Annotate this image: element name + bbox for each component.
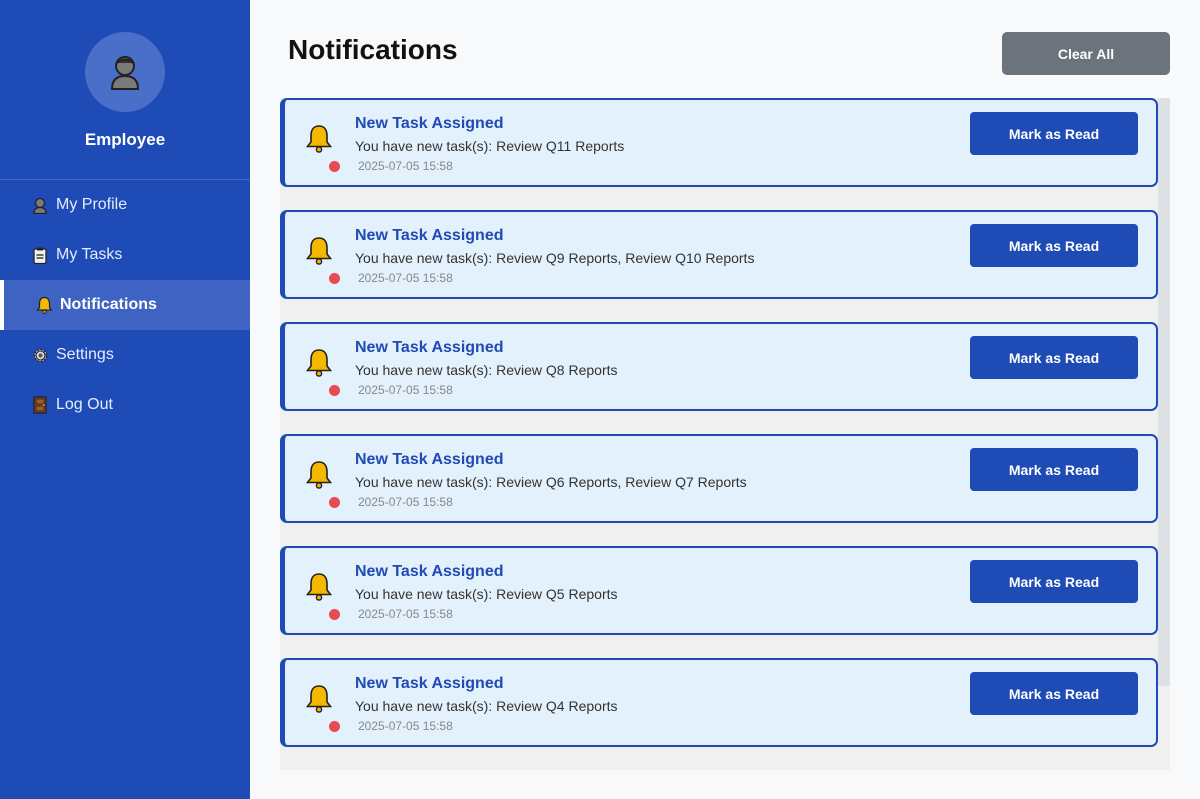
sidebar-item-label: Log Out [56,396,113,413]
sidebar-item-label: Notifications [60,296,157,313]
unread-dot [329,385,340,396]
notification-timestamp: 2025-07-05 15:58 [358,159,453,173]
gear-icon [30,345,50,365]
sidebar-item-notifications[interactable]: Notifications [0,280,250,330]
sidebar-item-my-tasks[interactable]: My Tasks [0,230,250,280]
unread-dot [329,273,340,284]
notification-card: New Task Assigned You have new task(s): … [280,658,1158,747]
person-icon [110,56,140,90]
bell-icon [34,295,54,315]
notification-message: You have new task(s): Review Q5 Reports [355,586,618,602]
notification-title: New Task Assigned [355,227,504,244]
sidebar-item-log-out[interactable]: Log Out [0,380,250,430]
sidebar-item-label: My Tasks [56,246,123,263]
notification-timestamp: 2025-07-05 15:58 [358,607,453,621]
main-content: Notifications Clear All New Task Assigne… [250,0,1200,799]
scrollbar[interactable] [1158,98,1170,686]
door-icon [30,395,50,415]
mark-as-read-button[interactable]: Mark as Read [970,672,1138,715]
notification-message: You have new task(s): Review Q6 Reports,… [355,474,747,490]
notification-message: You have new task(s): Review Q9 Reports,… [355,250,755,266]
bell-icon [305,685,333,713]
bell-icon [305,573,333,601]
sidebar: Employee My Profile My Tasks Notificatio… [0,0,250,799]
notification-timestamp: 2025-07-05 15:58 [358,383,453,397]
notification-title: New Task Assigned [355,339,504,356]
mark-as-read-button[interactable]: Mark as Read [970,224,1138,267]
profile-section: Employee [0,0,250,180]
mark-as-read-button[interactable]: Mark as Read [970,448,1138,491]
unread-dot [329,497,340,508]
notification-list[interactable]: New Task Assigned You have new task(s): … [280,98,1170,770]
notification-card: New Task Assigned You have new task(s): … [280,546,1158,635]
clipboard-icon [30,245,50,265]
page-title: Notifications [288,34,458,65]
notification-message: You have new task(s): Review Q4 Reports [355,698,618,714]
notification-timestamp: 2025-07-05 15:58 [358,495,453,509]
sidebar-item-settings[interactable]: Settings [0,330,250,380]
unread-dot [329,161,340,172]
mark-as-read-button[interactable]: Mark as Read [970,560,1138,603]
notification-card: New Task Assigned You have new task(s): … [280,322,1158,411]
bell-icon [305,237,333,265]
notification-timestamp: 2025-07-05 15:58 [358,719,453,733]
unread-dot [329,721,340,732]
bell-icon [305,125,333,153]
notification-timestamp: 2025-07-05 15:58 [358,271,453,285]
notification-card: New Task Assigned You have new task(s): … [280,434,1158,523]
avatar [85,32,165,112]
user-role: Employee [84,130,166,149]
notification-title: New Task Assigned [355,115,504,132]
bell-icon [305,461,333,489]
sidebar-item-label: Settings [56,346,114,363]
person-icon [30,195,50,215]
notification-card: New Task Assigned You have new task(s): … [280,210,1158,299]
bell-icon [305,349,333,377]
sidebar-nav: My Profile My Tasks Notifications Settin… [0,180,250,430]
notification-title: New Task Assigned [355,675,504,692]
notification-message: You have new task(s): Review Q11 Reports [355,138,625,154]
mark-as-read-button[interactable]: Mark as Read [970,112,1138,155]
sidebar-item-my-profile[interactable]: My Profile [0,180,250,230]
mark-as-read-button[interactable]: Mark as Read [970,336,1138,379]
notification-card: New Task Assigned You have new task(s): … [280,98,1158,187]
notification-title: New Task Assigned [355,451,504,468]
sidebar-item-label: My Profile [56,196,128,213]
unread-dot [329,609,340,620]
clear-all-button[interactable]: Clear All [1002,32,1170,75]
notification-title: New Task Assigned [355,563,504,580]
notification-message: You have new task(s): Review Q8 Reports [355,362,618,378]
